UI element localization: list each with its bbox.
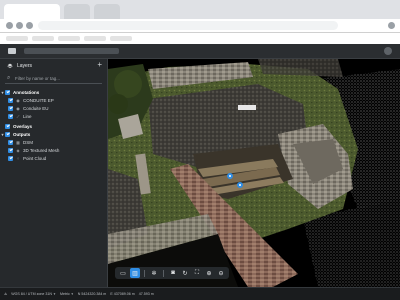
app-header [0,44,400,59]
app-logo-icon[interactable] [8,48,16,54]
coordinate-alt: 47.593 m [138,292,154,296]
outputs-checkbox[interactable] [5,131,10,137]
layer-checkbox[interactable] [8,113,13,119]
bookmark[interactable] [32,36,54,41]
point-cloud-render[interactable] [108,59,400,287]
camera-icon[interactable]: ◙ [168,268,178,278]
tree-item-dsm[interactable]: ▦ DSM [0,138,107,146]
tree-item-line[interactable]: ⟋ Line [0,112,107,120]
plus-icon[interactable]: + [97,61,102,69]
compass-icon: ⟁ [4,292,8,296]
layers-icon[interactable]: ▥ [130,268,140,278]
panel-header: Layers [7,63,32,69]
tree-item-label: 3D Textured Mesh [23,147,60,153]
search-icon: ⌕ [7,75,11,81]
zoom-in-icon[interactable]: ⊕ [204,268,214,278]
overlays-checkbox[interactable] [5,123,10,129]
fit-view-icon[interactable]: ⛶ [192,268,202,278]
layers-icon [7,63,13,69]
point-marker-icon: ◉ [16,97,20,103]
tree-item-3d-mesh[interactable]: ◈ 3D Textured Mesh [0,146,107,154]
layers-panel: Layers + ⌕ ▾ Annotations ◉ CONDUITE EP ◉… [0,59,108,287]
chevron-down-icon: ▼ [52,292,56,296]
browser-tab-active[interactable] [4,4,60,19]
layer-checkbox[interactable] [8,139,13,145]
forward-icon[interactable] [16,22,23,29]
tree-group-outputs[interactable]: ▾ Outputs [0,130,107,138]
panel-title: Layers [17,63,33,69]
line-icon: ⟋ [16,113,20,119]
rotate-icon[interactable]: ↻ [180,268,190,278]
point-marker-icon: ◉ [16,105,20,111]
bookmark[interactable] [6,36,28,41]
mesh-icon: ◈ [16,147,20,153]
tree-group-overlays[interactable]: Overlays [0,122,107,130]
tree-item-label: Point Cloud [23,155,47,161]
tree-item-label: CONDUITE EP [23,97,54,103]
3d-viewport[interactable] [108,59,400,287]
avatar[interactable] [384,47,392,55]
layer-checkbox[interactable] [8,105,13,111]
layer-tree: ▾ Annotations ◉ CONDUITE EP ◉ Conduite E… [0,88,107,162]
project-title [24,48,119,54]
dsm-icon: ▦ [16,139,20,145]
bookmark[interactable] [110,36,132,41]
settings-icon[interactable]: ✲ [149,268,159,278]
coordinate-lat: N 5424320.384 m [77,292,107,296]
status-bar: ⟁ WGS 84 / UTM zone 31N ▼ Metric ▼ N 542… [0,287,400,300]
divider [163,269,164,277]
units-label: Metric [59,292,70,296]
layer-filter: ⌕ [5,74,102,84]
address-bar[interactable] [38,21,338,30]
layer-checkbox[interactable] [8,97,13,103]
browser-tab[interactable] [94,4,120,19]
divider [144,269,145,277]
layer-search-input[interactable] [15,74,99,82]
browser-toolbar [0,19,400,33]
reload-icon[interactable] [26,22,33,29]
projection-label: WGS 84 / UTM zone 31N [11,292,52,296]
layer-checkbox[interactable] [8,155,13,161]
tree-group-label: Annotations [13,89,40,95]
back-icon[interactable] [6,22,13,29]
tree-group-label: Outputs [13,131,31,137]
tree-item-conduite-eu[interactable]: ◉ Conduite EU [0,104,107,112]
units-select[interactable]: Metric ▼ [60,292,74,296]
viewport-toolbar: ▭ ▥ ✲ ◙ ↻ ⛶ ⊕ ⊖ [115,267,229,279]
bookmark[interactable] [58,36,80,41]
annotations-checkbox[interactable] [5,89,10,95]
tree-item-label: Conduite EU [23,105,49,111]
browser-tab[interactable] [64,4,90,19]
zoom-out-icon[interactable]: ⊖ [216,268,226,278]
tree-item-label: Line [23,113,32,119]
tree-group-annotations[interactable]: ▾ Annotations [0,88,107,96]
coordinate-lon: E 437089.06 m [110,292,135,296]
tree-item-label: DSM [23,139,33,145]
layer-checkbox[interactable] [8,147,13,153]
point-cloud-icon: ⁘ [16,155,20,161]
tree-item-conduite-ep[interactable]: ◉ CONDUITE EP [0,96,107,104]
bookmarks-bar [0,33,400,44]
projection-select[interactable]: WGS 84 / UTM zone 31N ▼ [11,292,56,296]
tree-group-label: Overlays [13,123,33,129]
chevron-down-icon: ▼ [70,292,74,296]
browser-tab-strip [0,0,400,19]
bookmark[interactable] [84,36,106,41]
tree-item-point-cloud[interactable]: ⁘ Point Cloud [0,154,107,162]
layers-split-icon[interactable]: ▭ [118,268,128,278]
browser-menu-icon[interactable] [388,22,395,29]
